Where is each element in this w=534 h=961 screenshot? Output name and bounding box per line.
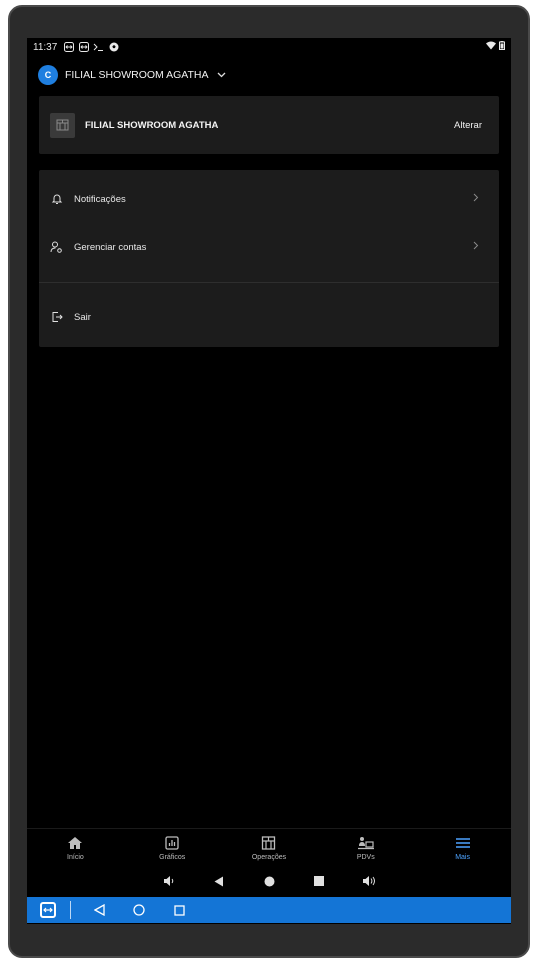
- store-icon: [261, 836, 277, 850]
- nav-label: PDVs: [356, 854, 375, 861]
- nav-label: Início: [67, 854, 84, 861]
- bell-icon: [50, 193, 63, 206]
- menu-item-label: Sair: [74, 311, 91, 323]
- nav-label: Operações: [251, 854, 287, 861]
- home-circle-icon[interactable]: [261, 876, 277, 887]
- nav-operations[interactable]: Operações: [221, 829, 318, 868]
- recents-icon[interactable]: [311, 876, 327, 886]
- teamviewer-icon[interactable]: [40, 902, 56, 918]
- chevron-right-icon: [473, 193, 479, 205]
- store-icon: [50, 112, 75, 138]
- soccer-ball-icon: [108, 42, 119, 52]
- nav-label: Mais: [455, 854, 470, 861]
- recents-square-icon[interactable]: [171, 902, 187, 918]
- nav-charts[interactable]: Gráficos: [124, 829, 221, 868]
- chevron-right-icon: [473, 241, 479, 253]
- change-branch-button[interactable]: Alterar: [454, 120, 482, 131]
- app-logo-letter: C: [44, 70, 52, 80]
- status-time: 11:37: [33, 41, 58, 53]
- settings-menu: Notificações Gerenciar contas Sair: [39, 170, 499, 347]
- chevron-down-icon: [217, 70, 226, 80]
- nav-home[interactable]: Início: [27, 829, 124, 868]
- user-settings-icon: [50, 241, 63, 254]
- status-bar: 11:37: [27, 38, 511, 56]
- logout-icon: [50, 311, 63, 324]
- terminal-icon: [93, 42, 104, 52]
- back-triangle-icon[interactable]: [91, 902, 107, 918]
- teamviewer-icon: [63, 42, 74, 52]
- volume-up-icon[interactable]: [361, 875, 377, 887]
- nav-label: Gráficos: [159, 854, 186, 861]
- chart-icon: [164, 836, 180, 850]
- menu-item-logout[interactable]: Sair: [39, 299, 499, 335]
- store-selector[interactable]: C FILIAL SHOWROOM AGATHA: [38, 64, 226, 86]
- menu-item-manage-accounts[interactable]: Gerenciar contas: [39, 229, 499, 265]
- teamviewer-bar-divider: [70, 901, 71, 919]
- menu-item-label: Gerenciar contas: [74, 241, 147, 253]
- screen: 11:37 C FILIAL SHOWROOM AGATHA FILIAL SH…: [27, 38, 511, 924]
- teamviewer-bar: [27, 897, 511, 923]
- bottom-navigation: Início Gráficos Operações PDVs Mais: [27, 828, 511, 868]
- back-icon[interactable]: [211, 876, 227, 887]
- nav-more[interactable]: Mais: [414, 829, 511, 868]
- menu-icon: [455, 836, 471, 850]
- volume-down-icon[interactable]: [161, 875, 177, 887]
- app-logo: C: [38, 65, 58, 85]
- home-circle-outline-icon[interactable]: [131, 902, 147, 918]
- branch-name: FILIAL SHOWROOM AGATHA: [85, 119, 219, 131]
- teamviewer-icon: [78, 42, 89, 52]
- nav-pdvs[interactable]: PDVs: [317, 829, 414, 868]
- system-navigation: [27, 869, 511, 893]
- pos-terminal-icon: [357, 836, 374, 850]
- menu-divider: [39, 282, 499, 283]
- branch-card: FILIAL SHOWROOM AGATHA Alterar: [39, 96, 499, 154]
- home-icon: [67, 836, 83, 850]
- wifi-icon: [486, 41, 496, 53]
- battery-icon: [499, 41, 505, 53]
- menu-item-label: Notificações: [74, 193, 126, 205]
- store-selector-label: FILIAL SHOWROOM AGATHA: [65, 69, 209, 81]
- menu-item-notifications[interactable]: Notificações: [39, 181, 499, 217]
- status-right: [486, 41, 505, 53]
